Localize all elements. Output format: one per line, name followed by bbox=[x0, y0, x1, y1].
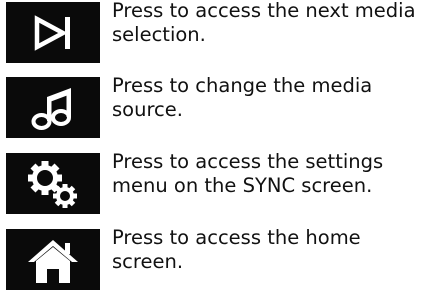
legend-item-settings: Press to access the settings menu on the… bbox=[6, 150, 427, 214]
legend-description: Press to change the media source. bbox=[112, 74, 427, 122]
legend-description-line: Press to access the settings bbox=[112, 150, 384, 173]
legend-description-line: Press to access the home bbox=[112, 226, 361, 249]
next-media-button[interactable] bbox=[6, 2, 100, 63]
home-button[interactable] bbox=[6, 229, 100, 290]
legend-item-next-media: Press to access the next media selection… bbox=[6, 0, 427, 63]
legend-description-line: selection. bbox=[112, 23, 206, 46]
legend-description: Press to access the next media selection… bbox=[112, 0, 427, 47]
legend-description-line: screen. bbox=[112, 250, 184, 273]
legend-item-home: Press to access the home screen. bbox=[6, 226, 427, 290]
home-icon bbox=[28, 239, 78, 283]
legend-description-line: menu on the SYNC screen. bbox=[112, 174, 373, 197]
settings-button[interactable] bbox=[6, 153, 100, 214]
legend-description: Press to access the home screen. bbox=[112, 226, 427, 274]
legend-description-line: source. bbox=[112, 98, 183, 121]
settings-gears-icon bbox=[28, 160, 77, 208]
legend-item-media-source: Press to change the media source. bbox=[6, 74, 427, 138]
music-note-icon bbox=[31, 87, 71, 130]
next-media-icon bbox=[34, 14, 70, 51]
legend-description-line: Press to access the next media bbox=[112, 0, 416, 22]
media-source-button[interactable] bbox=[6, 77, 100, 138]
legend-description: Press to access the settings menu on the… bbox=[112, 150, 427, 198]
legend-description-line: Press to change the media bbox=[112, 74, 373, 97]
